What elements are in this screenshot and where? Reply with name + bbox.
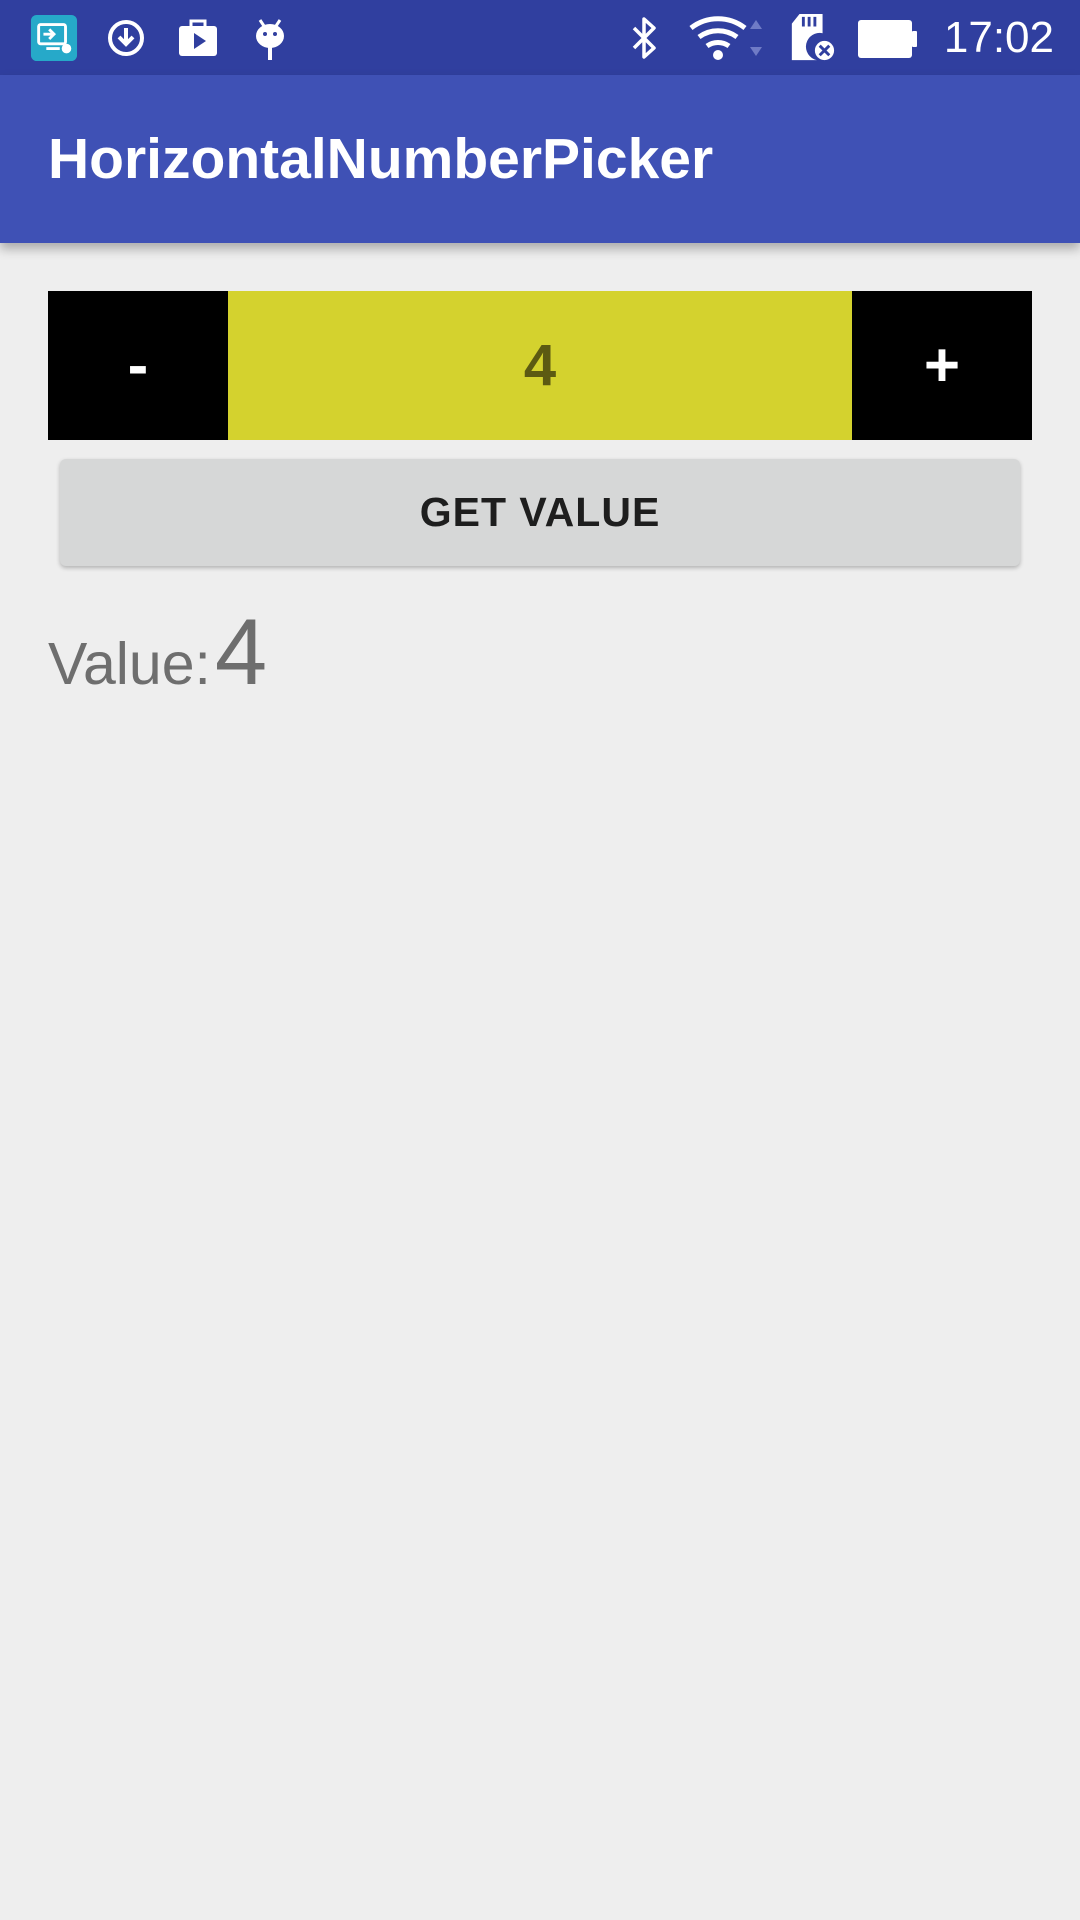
app-title: HorizontalNumberPicker <box>48 127 714 191</box>
download-sync-icon <box>102 14 150 62</box>
increment-button[interactable]: + <box>852 291 1032 440</box>
value-result: Value: 4 <box>48 598 267 706</box>
status-bar: 17:02 <box>0 0 1080 75</box>
bluetooth-icon <box>620 14 668 62</box>
screen-share-icon <box>30 14 78 62</box>
wifi-icon <box>688 14 768 62</box>
media-bag-icon <box>174 14 222 62</box>
decrement-button[interactable]: - <box>48 291 228 440</box>
value-result-number: 4 <box>214 599 268 704</box>
status-left-icons <box>30 14 294 62</box>
status-right-icons: 17:02 <box>620 13 1054 63</box>
get-value-button[interactable]: GET VALUE <box>60 459 1020 566</box>
battery-icon <box>856 14 918 62</box>
horizontal-number-picker: - 4 + <box>48 291 1032 440</box>
app-bar: HorizontalNumberPicker <box>0 75 1080 243</box>
sd-card-error-icon <box>788 13 836 62</box>
picker-value-display: 4 <box>228 291 852 440</box>
status-clock: 17:02 <box>943 12 1054 62</box>
android-debug-icon <box>246 14 294 62</box>
value-result-label: Value: <box>48 631 211 697</box>
